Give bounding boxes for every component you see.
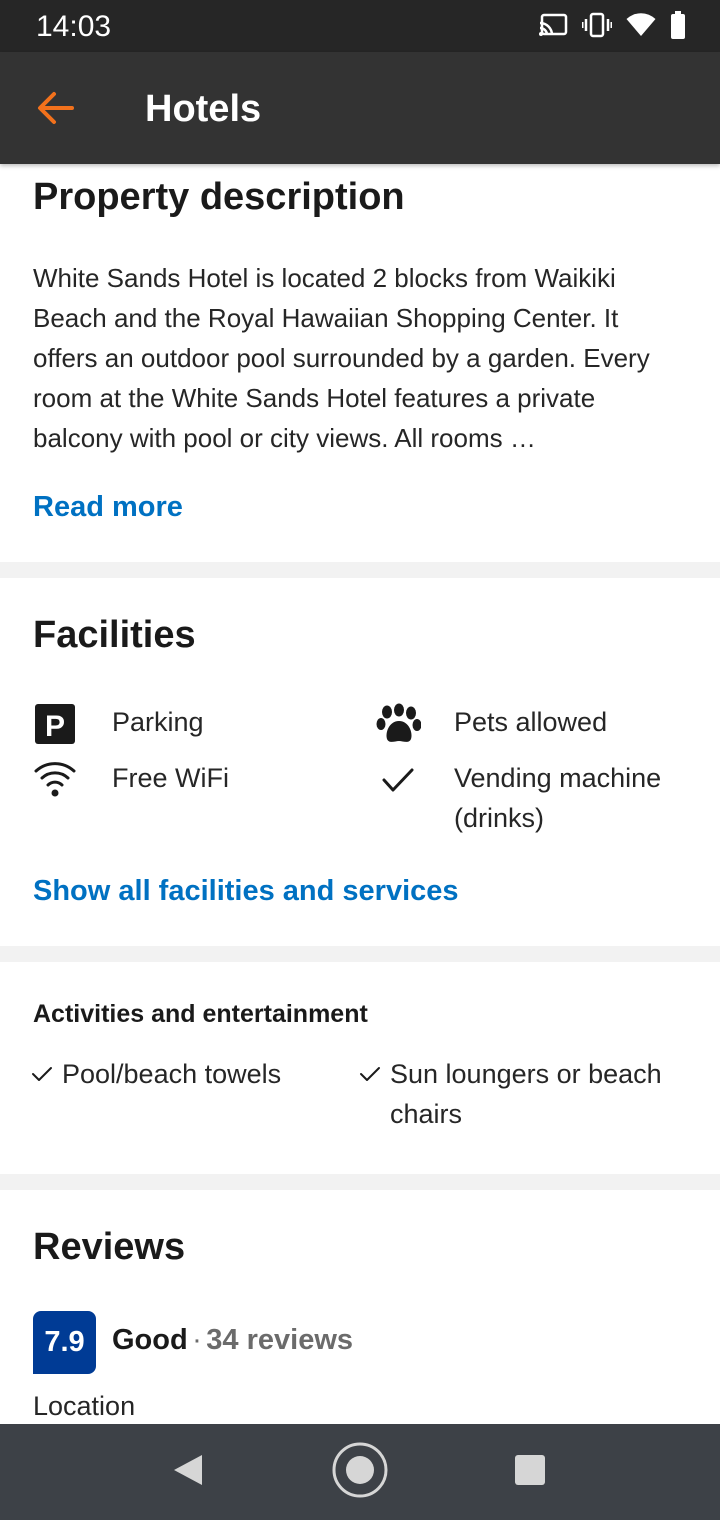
review-score-badge: 7.9	[33, 1311, 96, 1374]
back-button[interactable]	[28, 82, 84, 138]
activities-section: Activities and entertainment Pool/beach …	[0, 962, 720, 1174]
facilities-heading: Facilities	[33, 614, 196, 656]
checkmark-icon	[359, 1064, 381, 1084]
status-bar: 14:03	[0, 0, 720, 52]
read-more-link[interactable]: Read more	[33, 491, 183, 524]
vibrate-icon	[581, 12, 613, 43]
reviews-section: Reviews 7.9 Good · 34 reviews Location	[0, 1190, 720, 1424]
nav-recents-button[interactable]	[500, 1442, 560, 1502]
app-title: Hotels	[145, 88, 262, 130]
facility-label: Free WiFi	[112, 763, 229, 793]
show-all-facilities-link[interactable]: Show all facilities and services	[33, 875, 459, 908]
review-summary[interactable]: Good · 34 reviews	[112, 1324, 353, 1357]
review-category-location: Location	[33, 1391, 136, 1421]
facility-label: Vending machine (drinks)	[454, 763, 662, 833]
facility-label: Parking	[112, 707, 204, 737]
nav-back-button[interactable]	[158, 1442, 218, 1502]
hotel-details-content[interactable]: Property description White Sands Hotel i…	[0, 164, 720, 1424]
rating-word: Good	[112, 1324, 188, 1356]
status-icons	[538, 10, 686, 44]
activity-label: Pool/beach towels	[62, 1059, 282, 1089]
review-count: 34 reviews	[206, 1324, 354, 1356]
property-description-heading: Property description	[33, 176, 405, 218]
paw-icon	[375, 702, 421, 746]
activities-heading: Activities and entertainment	[33, 1000, 368, 1028]
wifi-icon	[626, 12, 656, 42]
wifi-icon	[33, 758, 77, 798]
section-divider	[0, 946, 720, 962]
facilities-section: Facilities P Parking Pets allowed Free W…	[0, 578, 720, 946]
parking-icon: P	[33, 702, 77, 746]
back-triangle-icon	[172, 1453, 204, 1492]
section-divider	[0, 1174, 720, 1190]
recents-square-icon	[514, 1454, 546, 1491]
cast-icon	[538, 13, 568, 42]
rating-separator: ·	[192, 1324, 202, 1356]
app-bar: Hotels	[0, 52, 720, 164]
reviews-heading: Reviews	[33, 1226, 186, 1268]
battery-icon	[670, 10, 686, 44]
facility-label: Pets allowed	[454, 707, 608, 737]
nav-home-button[interactable]	[330, 1442, 390, 1502]
property-description-section: Property description White Sands Hotel i…	[0, 164, 720, 562]
navigation-bar	[0, 1424, 720, 1520]
section-divider	[0, 562, 720, 578]
home-circle-icon	[331, 1441, 389, 1504]
property-description-text: White Sands Hotel is located 2 blocks fr…	[33, 263, 650, 453]
activity-label: Sun loungers or beach chairs	[390, 1059, 662, 1129]
checkmark-icon	[380, 764, 416, 796]
arrow-left-icon	[36, 90, 76, 131]
svg-text:P: P	[45, 710, 65, 743]
status-time: 14:03	[36, 10, 112, 43]
checkmark-icon	[31, 1064, 53, 1084]
